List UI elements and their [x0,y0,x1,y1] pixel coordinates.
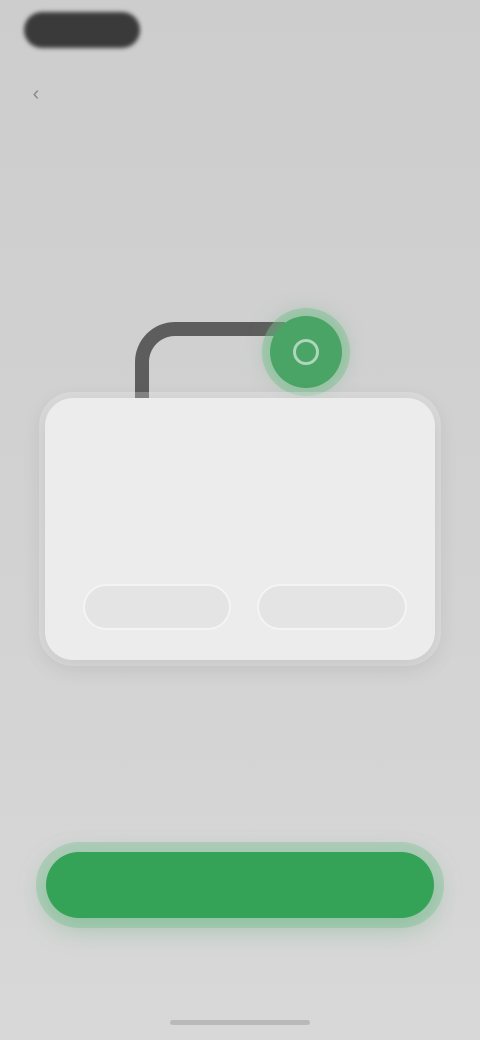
connection-ring [293,339,319,365]
back-button[interactable]: ‹ [24,82,48,106]
onboarding-screen: ‹ [0,0,480,1040]
continue-button[interactable] [46,852,434,918]
cable-icon [135,322,285,402]
green-connection-icon [270,316,342,388]
dialog-deny-button[interactable] [83,584,231,630]
dialog-allow-button[interactable] [257,584,407,630]
status-bar-pill [24,12,140,48]
home-indicator [170,1020,310,1025]
chevron-left-icon: ‹ [32,82,40,105]
permission-dialog [45,398,435,660]
